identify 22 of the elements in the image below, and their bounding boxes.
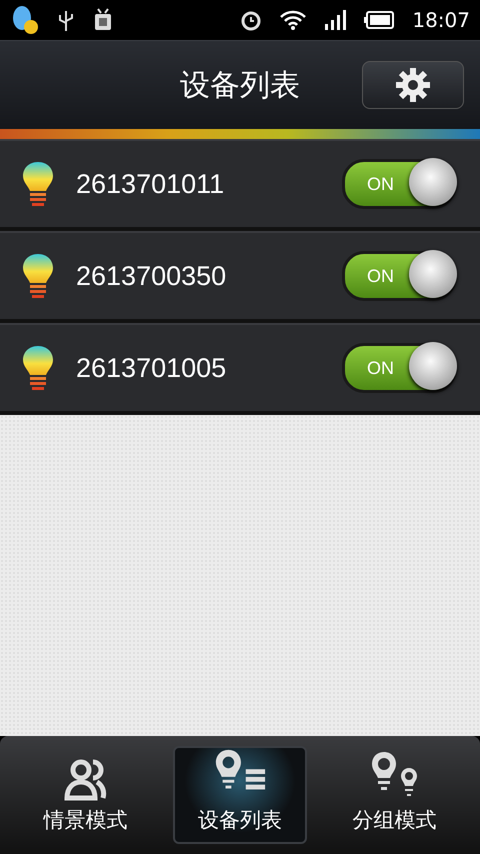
usb-icon bbox=[58, 9, 74, 31]
wifi-icon bbox=[280, 10, 306, 30]
people-icon bbox=[63, 758, 108, 802]
device-row[interactable]: 2613701011 ON bbox=[0, 139, 480, 231]
tab[interactable]: 情景模式 bbox=[18, 746, 152, 844]
settings-button[interactable] bbox=[362, 61, 464, 109]
device-name: 2613701005 bbox=[76, 352, 228, 384]
page-title: 设备列表 bbox=[180, 66, 300, 104]
light-bulb-icon bbox=[22, 253, 54, 299]
alarm-icon bbox=[240, 9, 262, 31]
battery-icon bbox=[364, 11, 394, 29]
light-bulb-icon bbox=[22, 161, 54, 207]
clock-time: 18:07 bbox=[412, 8, 470, 32]
tab[interactable]: 设备列表 bbox=[172, 746, 307, 844]
device-name: 2613701011 bbox=[76, 168, 226, 200]
device-name: 2613700350 bbox=[76, 260, 228, 292]
settings-icon bbox=[395, 67, 431, 103]
light-bulb-icon bbox=[22, 345, 54, 391]
signal-icon bbox=[324, 10, 346, 30]
device-row[interactable]: 2613701005 ON bbox=[0, 323, 480, 415]
tab[interactable]: 分组模式 bbox=[328, 746, 462, 844]
device-row[interactable]: 2613700350 ON bbox=[0, 231, 480, 323]
